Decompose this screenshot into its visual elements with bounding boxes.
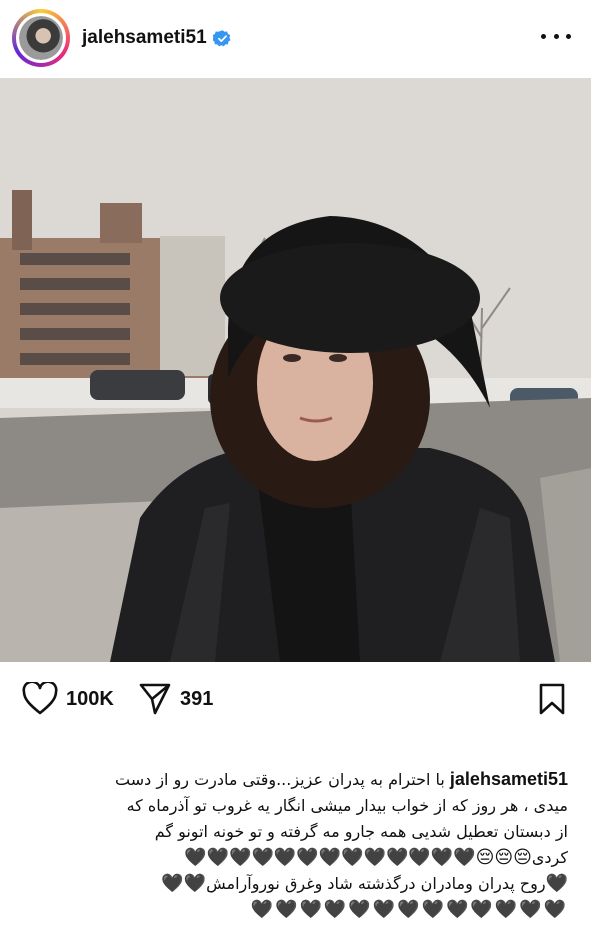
send-icon — [139, 683, 171, 715]
emoji-run: 😔😔😔🖤🖤🖤🖤🖤🖤🖤🖤🖤🖤🖤🖤🖤 — [184, 847, 532, 868]
like-count[interactable]: 100K — [66, 688, 114, 711]
action-bar: 100K 391 — [0, 680, 591, 720]
caption-line-5: 🖤روح پدران ومادران درگذشته شاد وغرق نورو… — [161, 873, 568, 894]
caption-line-2: میدی ، هر روز که از خواب بیدار میشی انگا… — [126, 796, 568, 815]
like-button[interactable]: 100K — [22, 682, 114, 716]
caption-line-1: jalehsameti51 با احترام به پدران عزیز...… — [114, 769, 568, 789]
heart-icon — [22, 682, 58, 715]
post-photo[interactable] — [0, 78, 591, 662]
verified-badge-icon — [212, 29, 231, 46]
post-caption: jalehsameti51 با احترام به پدران عزیز...… — [22, 766, 568, 923]
share-button[interactable]: 391 — [138, 682, 213, 716]
post-username[interactable]: jalehsameti51 — [82, 27, 207, 49]
share-count[interactable]: 391 — [180, 688, 213, 711]
save-button[interactable] — [538, 682, 566, 716]
caption-line-3: از دبستان تعطیل شدیی همه جارو مه گرفته و… — [154, 822, 568, 841]
caption-username[interactable]: jalehsameti51 — [450, 769, 568, 789]
avatar-story-ring[interactable] — [12, 9, 70, 67]
caption-line-6: 🖤🖤🖤🖤🖤🖤🖤🖤🖤🖤🖤🖤🖤 — [250, 899, 568, 920]
avatar[interactable] — [16, 13, 66, 63]
post-header: jalehsameti51 — [0, 0, 591, 76]
caption-line-4: کردی😔😔😔🖤🖤🖤🖤🖤🖤🖤🖤🖤🖤🖤🖤🖤 — [184, 847, 568, 868]
bookmark-icon — [539, 683, 565, 715]
more-options-button[interactable] — [541, 24, 571, 48]
